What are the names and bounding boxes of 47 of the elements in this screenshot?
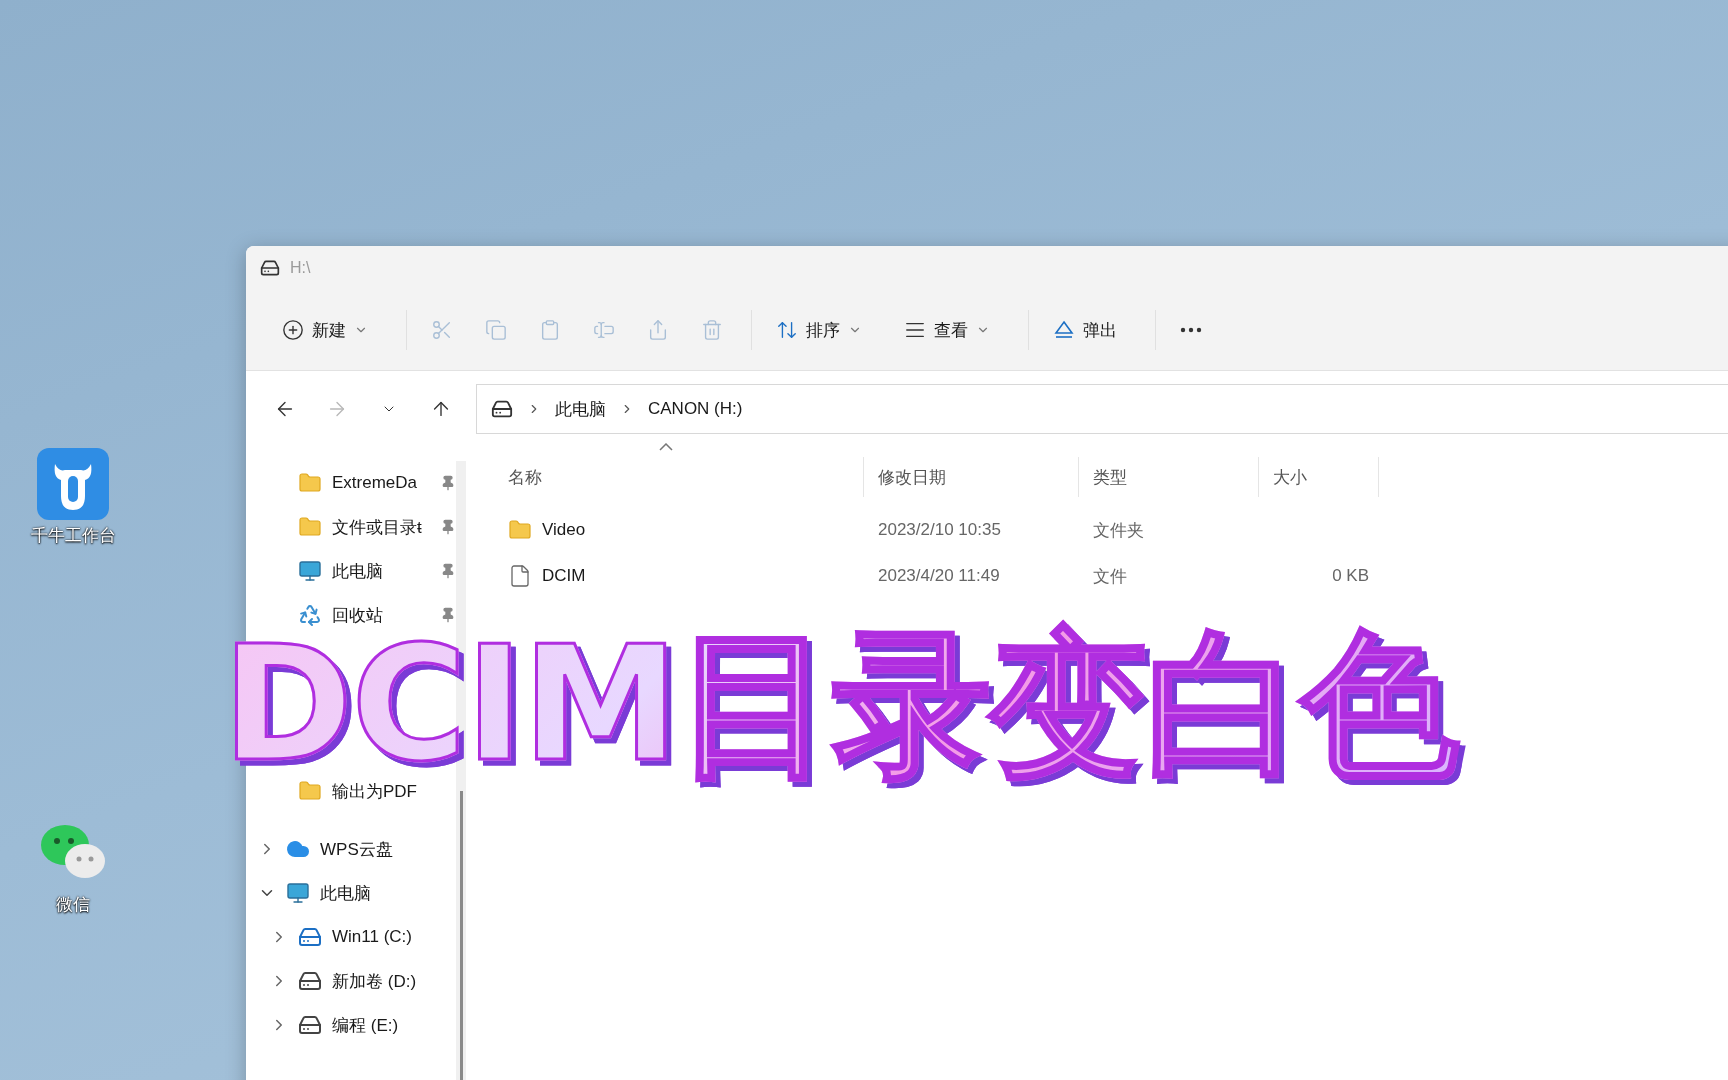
monitor-icon xyxy=(286,881,310,905)
tree-item-label: 新加卷 (D:) xyxy=(332,970,418,993)
drive-icon xyxy=(491,398,513,420)
folder-icon xyxy=(508,518,532,542)
breadcrumb[interactable]: CANON (H:) xyxy=(648,399,743,419)
table-cell-text: 2023/2/10 10:35 xyxy=(877,520,1002,540)
sidebar-item[interactable]: 此电脑 xyxy=(246,549,456,593)
column-header[interactable]: 类型 xyxy=(1079,457,1259,497)
file-name-cell[interactable]: Video xyxy=(494,518,864,542)
drive-icon xyxy=(298,925,322,949)
toolbar-button[interactable]: 弹出 xyxy=(1039,308,1131,352)
table-cell-text: 0 KB xyxy=(1331,566,1370,586)
toolbar-button[interactable]: 查看 xyxy=(890,308,1004,352)
tree-item[interactable]: 编程 (E:) xyxy=(246,1003,456,1047)
tree-item-label: Win11 (C:) xyxy=(332,927,413,947)
window-title: H:\ xyxy=(290,259,311,277)
folder-icon xyxy=(298,471,322,495)
toolbar-button[interactable]: 新建 xyxy=(268,308,382,352)
monitor-icon xyxy=(298,559,322,583)
tree-item-label: 编程 (E:) xyxy=(332,1014,400,1037)
tree-item[interactable]: 此电脑 xyxy=(246,871,456,915)
column-header[interactable]: 名称 xyxy=(494,457,864,497)
address-bar[interactable]: 此电脑 CANON (H:) xyxy=(476,384,1728,434)
drive-icon xyxy=(298,969,322,993)
tree-item[interactable]: 新加卷 (D:) xyxy=(246,959,456,1003)
tree-item-label: WPS云盘 xyxy=(320,838,394,861)
tree-item-label: 此电脑 xyxy=(320,882,372,905)
file-icon xyxy=(508,564,532,588)
table-cell-text: 文件夹 xyxy=(1092,519,1145,542)
column-header[interactable]: 大小 xyxy=(1259,457,1379,497)
sidebar-item-label: ExtremeDa xyxy=(332,473,419,493)
sidebar-item-label: 文件或目录ŧ xyxy=(332,516,423,539)
file-name-cell[interactable]: DCIM xyxy=(494,564,864,588)
folder-icon xyxy=(298,515,322,539)
table-cell-text: 文件 xyxy=(1092,565,1128,588)
sidebar-item[interactable]: 文件或目录ŧ xyxy=(246,505,456,549)
drive-icon xyxy=(260,258,280,278)
breadcrumb[interactable]: 此电脑 xyxy=(555,397,606,421)
column-header[interactable]: 修改日期 xyxy=(864,457,1079,497)
tree-item[interactable]: WPS云盘 xyxy=(246,827,456,871)
toolbar-button[interactable]: 排序 xyxy=(762,308,876,352)
sidebar-item-label: 此电脑 xyxy=(332,560,384,583)
table-cell-text: 2023/4/20 11:49 xyxy=(877,566,1001,586)
tree-item[interactable]: Win11 (C:) xyxy=(246,915,456,959)
drive-icon xyxy=(298,1013,322,1037)
app-icon[interactable] xyxy=(37,448,109,520)
sidebar-item[interactable]: ExtremeDa xyxy=(246,461,456,505)
